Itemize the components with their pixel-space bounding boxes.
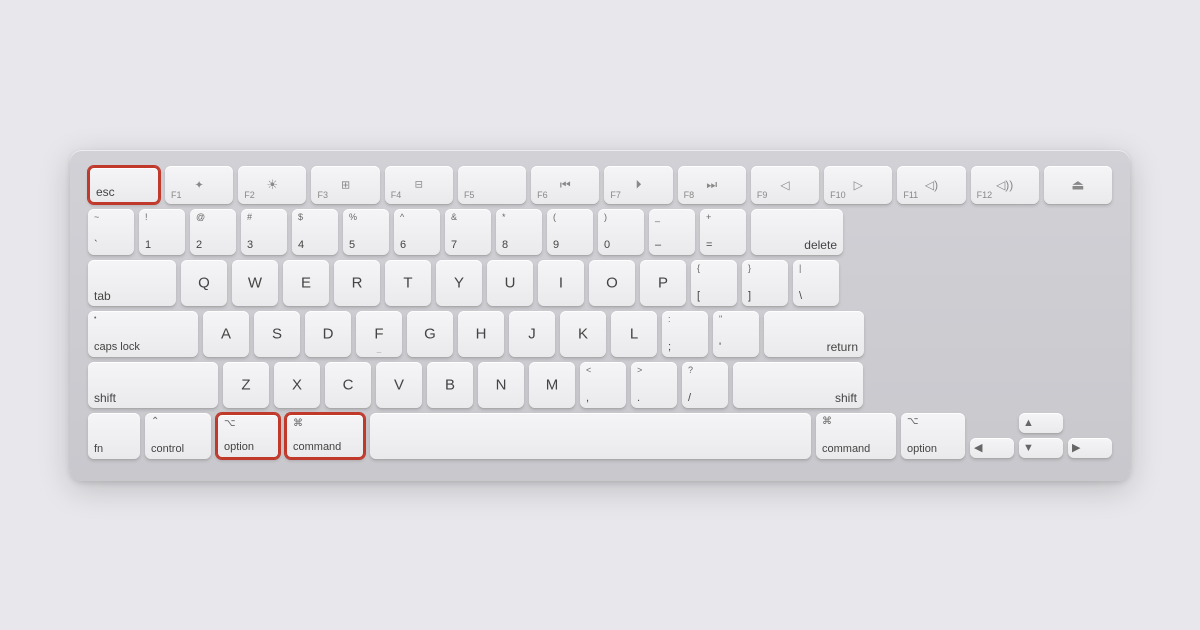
- option-right-key[interactable]: ⌥ option: [901, 413, 965, 459]
- command-right-key[interactable]: ⌘ command: [816, 413, 896, 459]
- arrow-left-key[interactable]: ◀: [970, 438, 1014, 458]
- quote-key[interactable]: " ': [713, 311, 759, 357]
- l-key[interactable]: L: [611, 311, 657, 357]
- 5-key[interactable]: % 5: [343, 209, 389, 255]
- shift-left-key[interactable]: shift: [88, 362, 218, 408]
- f5-key[interactable]: F5: [458, 166, 526, 204]
- s-key[interactable]: S: [254, 311, 300, 357]
- fn-key[interactable]: fn: [88, 413, 140, 459]
- esc-key[interactable]: esc: [88, 166, 160, 204]
- 8-key[interactable]: * 8: [496, 209, 542, 255]
- number-row: ~ ` ! 1 @ 2 # 3 $ 4 % 5 ^ 6 & 7: [88, 209, 1112, 255]
- 9-key[interactable]: ( 9: [547, 209, 593, 255]
- u-key[interactable]: U: [487, 260, 533, 306]
- caps-lock-key[interactable]: • caps lock: [88, 311, 198, 357]
- fn-row: esc ✦ F1 ☀ F2 ⊞ F3 ⊟ F4 F5 ⏮ F6 ⏵ F7: [88, 166, 1112, 204]
- 7-key[interactable]: & 7: [445, 209, 491, 255]
- arrow-cluster: ▲ ◀ ▼ ▶: [970, 413, 1112, 459]
- f10-key[interactable]: ▷ F10: [824, 166, 892, 204]
- 0-key[interactable]: ) 0: [598, 209, 644, 255]
- f11-key[interactable]: ◁) F11: [897, 166, 965, 204]
- minus-key[interactable]: _ –: [649, 209, 695, 255]
- control-key[interactable]: ⌃ control: [145, 413, 211, 459]
- r-key[interactable]: R: [334, 260, 380, 306]
- e-key[interactable]: E: [283, 260, 329, 306]
- n-key[interactable]: N: [478, 362, 524, 408]
- f1-key[interactable]: ✦ F1: [165, 166, 233, 204]
- semicolon-key[interactable]: : ;: [662, 311, 708, 357]
- p-key[interactable]: P: [640, 260, 686, 306]
- z-key[interactable]: Z: [223, 362, 269, 408]
- slash-key[interactable]: ? /: [682, 362, 728, 408]
- option-left-key[interactable]: ⌥ option: [216, 413, 280, 459]
- delete-key[interactable]: delete: [751, 209, 843, 255]
- k-key[interactable]: K: [560, 311, 606, 357]
- keyboard: esc ✦ F1 ☀ F2 ⊞ F3 ⊟ F4 F5 ⏮ F6 ⏵ F7: [70, 150, 1130, 481]
- f8-key[interactable]: ⏭ F8: [678, 166, 746, 204]
- 6-key[interactable]: ^ 6: [394, 209, 440, 255]
- a-key[interactable]: A: [203, 311, 249, 357]
- 3-key[interactable]: # 3: [241, 209, 287, 255]
- x-key[interactable]: X: [274, 362, 320, 408]
- command-left-key[interactable]: ⌘ command: [285, 413, 365, 459]
- v-key[interactable]: V: [376, 362, 422, 408]
- 2-key[interactable]: @ 2: [190, 209, 236, 255]
- lbracket-key[interactable]: { [: [691, 260, 737, 306]
- b-key[interactable]: B: [427, 362, 473, 408]
- o-key[interactable]: O: [589, 260, 635, 306]
- f2-key[interactable]: ☀ F2: [238, 166, 306, 204]
- f6-key[interactable]: ⏮ F6: [531, 166, 599, 204]
- spacebar-key[interactable]: [370, 413, 811, 459]
- asdf-row: • caps lock A S D F _ G H J K L: [88, 311, 1112, 357]
- zxcv-row: shift Z X C V B N M < , > .: [88, 362, 1112, 408]
- f-key[interactable]: F _: [356, 311, 402, 357]
- t-key[interactable]: T: [385, 260, 431, 306]
- 1-key[interactable]: ! 1: [139, 209, 185, 255]
- arrow-up-key[interactable]: ▲: [1019, 413, 1063, 433]
- f3-key[interactable]: ⊞ F3: [311, 166, 379, 204]
- return-key[interactable]: return: [764, 311, 864, 357]
- i-key[interactable]: I: [538, 260, 584, 306]
- d-key[interactable]: D: [305, 311, 351, 357]
- equals-key[interactable]: + =: [700, 209, 746, 255]
- shift-right-key[interactable]: shift: [733, 362, 863, 408]
- m-key[interactable]: M: [529, 362, 575, 408]
- period-key[interactable]: > .: [631, 362, 677, 408]
- 4-key[interactable]: $ 4: [292, 209, 338, 255]
- tab-key[interactable]: tab: [88, 260, 176, 306]
- comma-key[interactable]: < ,: [580, 362, 626, 408]
- arrow-right-key[interactable]: ▶: [1068, 438, 1112, 458]
- j-key[interactable]: J: [509, 311, 555, 357]
- bottom-row: fn ⌃ control ⌥ option ⌘ command ⌘ comman…: [88, 413, 1112, 459]
- h-key[interactable]: H: [458, 311, 504, 357]
- rbracket-key[interactable]: } ]: [742, 260, 788, 306]
- eject-key[interactable]: ⏏: [1044, 166, 1112, 204]
- y-key[interactable]: Y: [436, 260, 482, 306]
- f9-key[interactable]: ◁ F9: [751, 166, 819, 204]
- q-key[interactable]: Q: [181, 260, 227, 306]
- g-key[interactable]: G: [407, 311, 453, 357]
- qwerty-row: tab Q W E R T Y U I O P: [88, 260, 1112, 306]
- w-key[interactable]: W: [232, 260, 278, 306]
- c-key[interactable]: C: [325, 362, 371, 408]
- f4-key[interactable]: ⊟ F4: [385, 166, 453, 204]
- arrow-down-key[interactable]: ▼: [1019, 438, 1063, 458]
- f12-key[interactable]: ◁)) F12: [971, 166, 1039, 204]
- backslash-key[interactable]: | \: [793, 260, 839, 306]
- f7-key[interactable]: ⏵ F7: [604, 166, 672, 204]
- tilde-key[interactable]: ~ `: [88, 209, 134, 255]
